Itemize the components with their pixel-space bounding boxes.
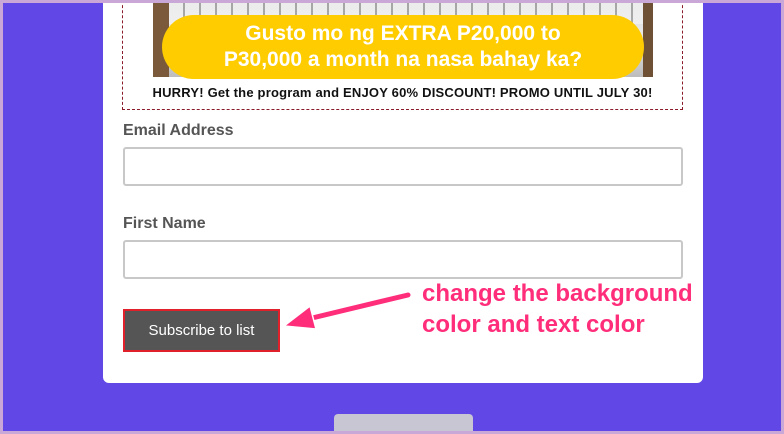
desk-image-right [643,0,653,77]
annotation-text: change the background color and text col… [422,278,693,340]
annotation-arrow-icon [282,291,412,330]
annotation-line2: color and text color [422,311,645,338]
bottom-tab [334,414,473,434]
promo-headline-line1: Gusto mo ng EXTRA P20,000 to [245,22,561,45]
promo-headline-line2: P30,000 a month na nasa bahay ka? [223,48,583,71]
first-name-field[interactable] [123,240,683,279]
annotation-line1: change the background [422,280,693,307]
promo-note: HURRY! Get the program and ENJOY 60% DIS… [152,85,653,100]
subscribe-button[interactable]: Subscribe to list [123,309,280,352]
email-field[interactable] [123,147,683,186]
promo-headline: Gusto mo ng EXTRA P20,000 to P30,000 a m… [162,15,644,79]
first-name-label: First Name [123,215,206,232]
email-label: Email Address [123,122,234,139]
